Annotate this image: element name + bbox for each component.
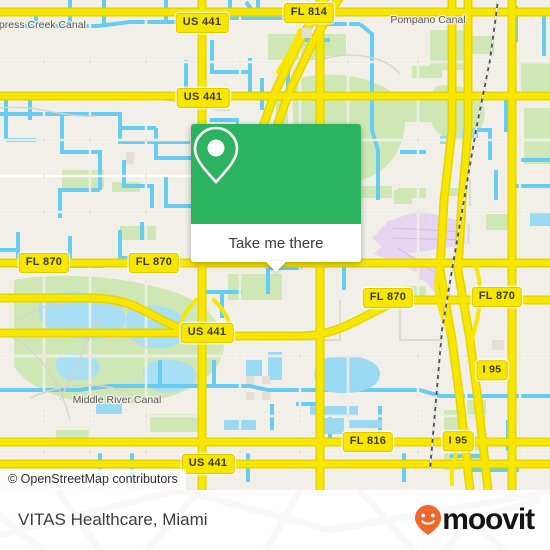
road-shield: US 441	[176, 88, 230, 108]
osm-attribution[interactable]: © OpenStreetMap contributors	[0, 469, 186, 490]
road-shield: I 95	[442, 431, 474, 451]
road-shield: FL 870	[128, 253, 180, 273]
moovit-smiley-pin-icon	[415, 505, 442, 535]
location-pin-icon	[193, 126, 239, 184]
place-name-label: VITAS Healthcare, Miami	[18, 510, 208, 529]
map-canvas[interactable]: US 441 FL 814 US 441 FL 870 FL 870 US 441 FL 8…	[0, 0, 550, 490]
moovit-map-screenshot: US 441 FL 814 US 441 FL 870 FL 870 US 441 FL 8…	[0, 0, 550, 550]
road-shield: FL 814	[283, 3, 335, 23]
road-shield: US 441	[181, 454, 235, 474]
road-shield: FL 870	[471, 287, 523, 307]
popup-pin-area	[191, 124, 361, 224]
popup-pointer-tail	[265, 261, 287, 272]
take-me-there-label: Take me there	[228, 234, 324, 252]
map-water-label: Pompano Canal	[390, 14, 466, 26]
moovit-logo[interactable]: moovit	[413, 503, 535, 536]
map-water-label: Middle River Canal	[72, 394, 162, 406]
destination-popup-card[interactable]: Take me there	[191, 124, 361, 272]
road-shield: US 441	[175, 13, 229, 33]
map-water-label: Cypress Creek Canal	[0, 19, 86, 31]
road-shield: I 95	[476, 360, 508, 380]
footer-bar: VITAS Healthcare, Miami moovit	[0, 490, 550, 550]
moovit-wordmark: moovit	[442, 503, 535, 536]
popup-action-area[interactable]: Take me there	[191, 224, 361, 272]
road-shield: FL 816	[342, 432, 394, 452]
road-shield: FL 870	[18, 253, 70, 273]
road-shield: US 441	[180, 323, 234, 343]
road-shield: FL 870	[362, 288, 414, 308]
